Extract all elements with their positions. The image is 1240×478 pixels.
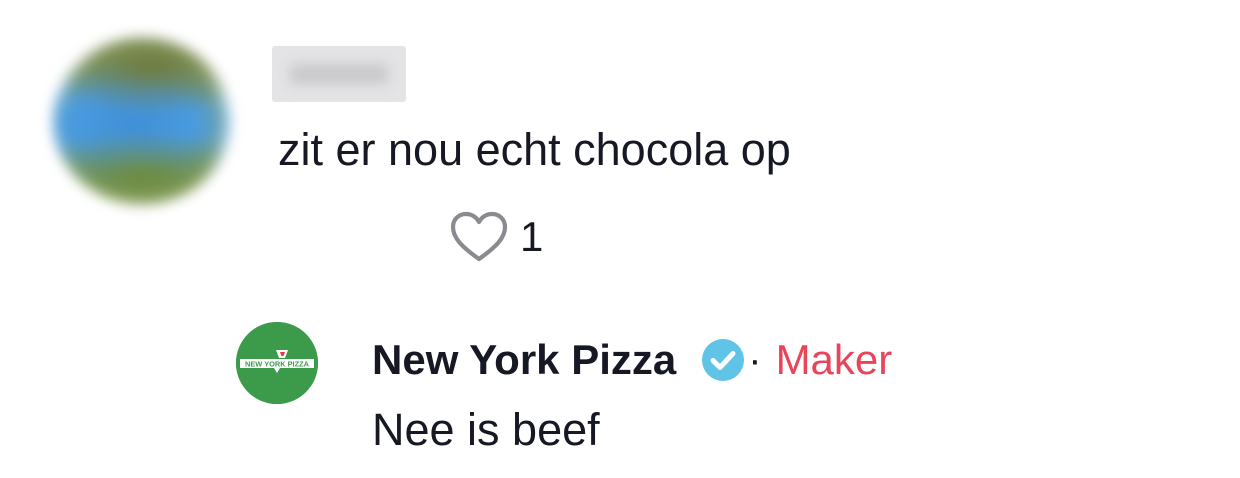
verified-check-icon — [702, 339, 745, 381]
reply-item: NEW YORK PIZZA New York Pizza · Maker Ne… — [0, 300, 1240, 478]
heart-icon — [450, 211, 508, 262]
comment-text: zit er nou echt chocola op — [278, 124, 791, 175]
commenter-avatar[interactable] — [52, 36, 232, 206]
svg-text:NEW YORK PIZZA: NEW YORK PIZZA — [245, 360, 310, 369]
like-count: 1 — [520, 213, 544, 260]
reply-text: Nee is beef — [372, 404, 600, 455]
nyp-avatar[interactable]: NEW YORK PIZZA — [236, 322, 318, 404]
reply-author-name[interactable]: New York Pizza — [372, 330, 676, 390]
separator-dot: · — [748, 338, 762, 382]
like-button[interactable]: 1 — [448, 206, 543, 268]
commenter-username-redacted[interactable] — [272, 46, 406, 102]
username-blur — [290, 64, 388, 84]
reply-header: New York Pizza · Maker — [372, 330, 892, 390]
new-york-pizza-logo: NEW YORK PIZZA — [236, 322, 318, 404]
maker-badge: Maker — [775, 336, 893, 383]
comment-item: zit er nou echt chocola op 1 — [0, 0, 1240, 280]
